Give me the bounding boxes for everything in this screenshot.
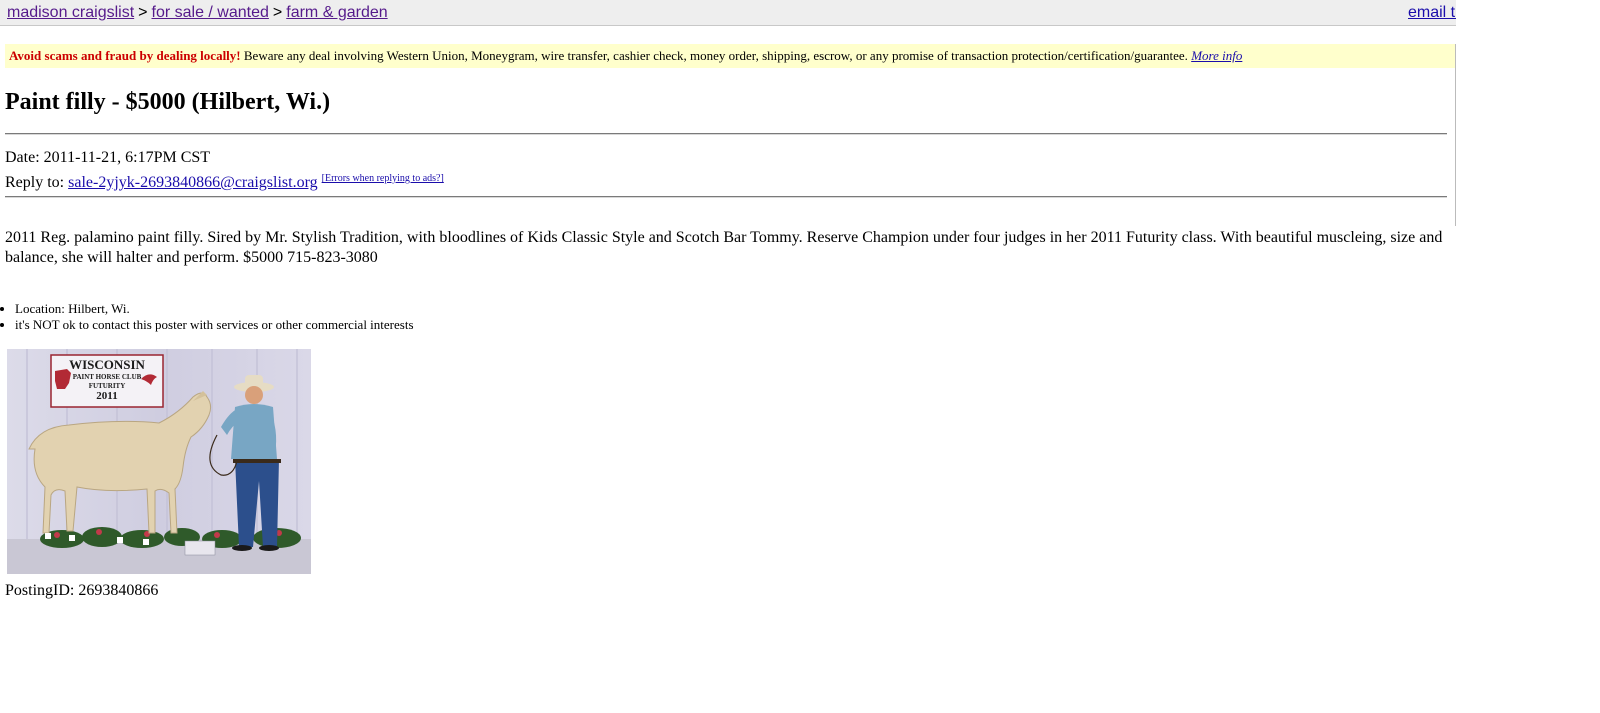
date-value: 2011-11-21, 6:17PM CST bbox=[43, 149, 211, 166]
page-title: Paint filly - $5000 (Hilbert, Wi.) bbox=[5, 89, 331, 115]
banner-line-1: WISCONSIN bbox=[69, 357, 145, 372]
scam-warning-text: Avoid scams and fraud by dealing locally… bbox=[9, 48, 241, 63]
listing-photo[interactable]: WISCONSIN PAINT HORSE CLUB FUTURITY 2011 bbox=[7, 349, 311, 574]
posting-id: PostingID: 2693840866 bbox=[5, 582, 159, 599]
email-this-link[interactable]: email th bbox=[1408, 0, 1456, 25]
scam-notice: Avoid scams and fraud by dealing locally… bbox=[5, 44, 1456, 68]
attribute-location: Location: Hilbert, Wi. bbox=[15, 301, 414, 317]
more-info-link[interactable]: More info bbox=[1191, 48, 1242, 63]
breadcrumb-bar: madison craigslist > for sale / wanted > far… bbox=[0, 0, 1456, 26]
reply-email-link[interactable]: sale-2yjyk-2693840866@craigslist.org bbox=[68, 174, 318, 191]
divider bbox=[5, 196, 1447, 198]
breadcrumb-separator: > bbox=[272, 4, 283, 21]
reply-errors-link[interactable]: [Errors when replying to ads?] bbox=[322, 173, 444, 184]
reply-label: Reply to: bbox=[5, 174, 65, 191]
attributes-list: Location: Hilbert, Wi. it's NOT ok to co… bbox=[0, 301, 414, 333]
reserve-champion-placard bbox=[184, 540, 216, 556]
post-body: 2011 Reg. palamino paint filly. Sired by… bbox=[5, 229, 1443, 266]
scam-notice-text: Beware any deal involving Western Union,… bbox=[243, 48, 1188, 63]
banner-line-2: PAINT HORSE CLUB bbox=[73, 373, 142, 381]
breadcrumb: madison craigslist > for sale / wanted > far… bbox=[7, 0, 388, 25]
page-edge-divider bbox=[1455, 44, 1456, 226]
breadcrumb-site-link[interactable]: madison craigslist bbox=[7, 4, 134, 21]
banner-line-4: 2011 bbox=[96, 390, 117, 402]
divider bbox=[5, 133, 1447, 135]
attribute-contact-policy: it's NOT ok to contact this poster with … bbox=[15, 317, 414, 333]
banner-line-3: FUTURITY bbox=[89, 382, 126, 390]
post-date: Date: 2011-11-21, 6:17PM CST bbox=[5, 148, 210, 168]
date-label: Date: bbox=[5, 149, 40, 166]
horse-photo-image: WISCONSIN PAINT HORSE CLUB FUTURITY 2011 bbox=[7, 349, 311, 574]
breadcrumb-separator: > bbox=[138, 4, 148, 21]
reply-to: Reply to: sale-2yjyk-2693840866@craigsli… bbox=[5, 169, 444, 193]
breadcrumb-subcategory-link[interactable]: farm & garden bbox=[286, 4, 387, 21]
breadcrumb-category-link[interactable]: for sale / wanted bbox=[152, 4, 269, 21]
futurity-banner: WISCONSIN PAINT HORSE CLUB FUTURITY 2011 bbox=[50, 354, 164, 408]
